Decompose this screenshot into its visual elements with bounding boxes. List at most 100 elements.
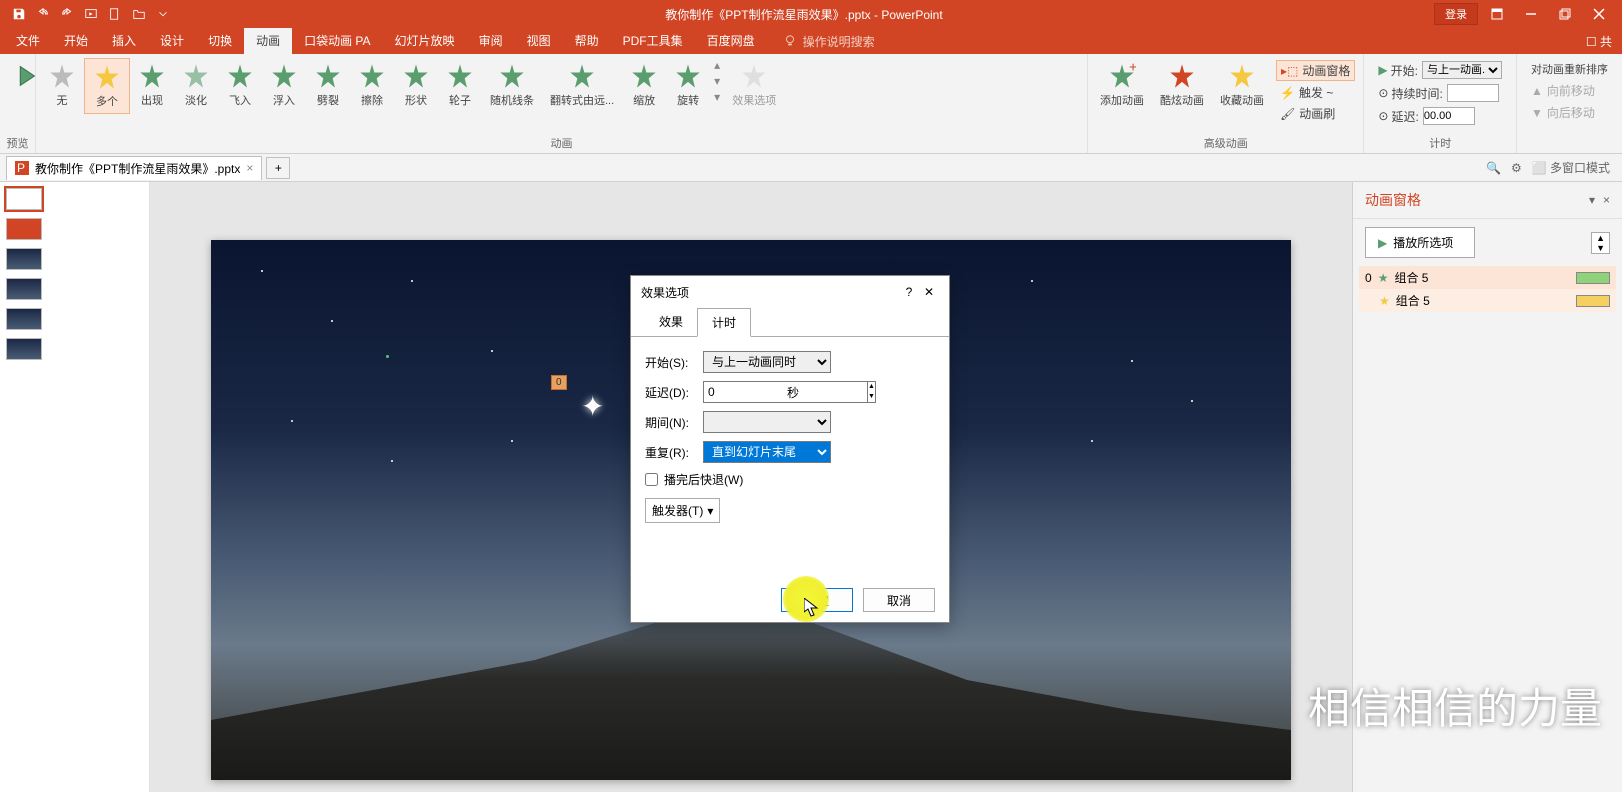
fav-animation-button[interactable]: 收藏动画 bbox=[1212, 58, 1272, 112]
thumbnail-2[interactable] bbox=[6, 218, 42, 240]
menu-pocket[interactable]: 口袋动画 PA bbox=[292, 28, 382, 54]
slide-thumbnails bbox=[0, 182, 150, 792]
animation-marker[interactable]: 0 bbox=[551, 375, 567, 390]
cancel-button[interactable]: 取消 bbox=[863, 588, 935, 612]
menu-animation[interactable]: 动画 bbox=[244, 28, 292, 54]
open-icon[interactable] bbox=[128, 3, 150, 25]
watermark-text: 相信相信的力量 bbox=[1308, 675, 1602, 736]
menu-baidu[interactable]: 百度网盘 bbox=[695, 28, 767, 54]
star-shape[interactable]: ✦ bbox=[581, 390, 604, 423]
thumbnail-1[interactable] bbox=[6, 188, 42, 210]
animation-pane-button[interactable]: ▸⬚动画窗格 bbox=[1276, 60, 1355, 81]
menu-slideshow[interactable]: 幻灯片放映 bbox=[383, 28, 467, 54]
anim-none[interactable]: 无 bbox=[40, 58, 84, 112]
menu-home[interactable]: 开始 bbox=[52, 28, 100, 54]
star-icon: ★ bbox=[1379, 294, 1390, 308]
spin-down[interactable]: ▼ bbox=[868, 392, 875, 402]
tab-effect[interactable]: 效果 bbox=[645, 308, 697, 336]
anim-split[interactable]: 劈裂 bbox=[306, 58, 350, 112]
settings-icon[interactable]: ⚙ bbox=[1511, 161, 1522, 175]
quick-access-toolbar bbox=[0, 3, 174, 25]
anim-rotate[interactable]: 旋转 bbox=[666, 58, 710, 112]
pane-close-icon[interactable]: × bbox=[1603, 193, 1610, 207]
undo-icon[interactable] bbox=[32, 3, 54, 25]
dialog-close-icon[interactable]: ✕ bbox=[919, 282, 939, 302]
qat-more-icon[interactable] bbox=[152, 3, 174, 25]
animation-pane-title: 动画窗格 bbox=[1365, 190, 1421, 210]
minimize-icon[interactable] bbox=[1516, 3, 1546, 25]
gallery-scroll[interactable]: ▴▾▾ bbox=[710, 58, 724, 104]
anim-wipe[interactable]: 擦除 bbox=[350, 58, 394, 112]
thumbnail-5[interactable] bbox=[6, 308, 42, 330]
search-icon[interactable]: 🔍 bbox=[1486, 161, 1501, 175]
anim-item-1[interactable]: ★ 组合 5 bbox=[1359, 289, 1616, 312]
slideshow-icon[interactable] bbox=[80, 3, 102, 25]
login-button[interactable]: 登录 bbox=[1434, 3, 1478, 25]
anim-appear[interactable]: 出现 bbox=[130, 58, 174, 112]
svg-text:+: + bbox=[1129, 62, 1136, 74]
animation-painter-button[interactable]: 🖌动画刷 bbox=[1276, 104, 1355, 123]
ribbon-options-icon[interactable] bbox=[1482, 3, 1512, 25]
period-select[interactable] bbox=[703, 411, 831, 433]
window-title: 教你制作《PPT制作流星雨效果》.pptx - PowerPoint bbox=[174, 6, 1434, 23]
thumbnail-3[interactable] bbox=[6, 248, 42, 270]
add-tab-button[interactable]: + bbox=[266, 157, 290, 179]
trigger-dropdown[interactable]: 触发器(T) ▾ bbox=[645, 498, 720, 523]
multiwindow-button[interactable]: ⬜ 多窗口模式 bbox=[1532, 159, 1610, 176]
anim-shape[interactable]: 形状 bbox=[394, 58, 438, 112]
menu-pdf[interactable]: PDF工具集 bbox=[611, 28, 695, 54]
move-forward-button: ▲向前移动 bbox=[1527, 81, 1612, 100]
ok-button[interactable]: 确定 bbox=[781, 588, 853, 612]
cool-animation-button[interactable]: 酷炫动画 bbox=[1152, 58, 1212, 112]
restore-icon[interactable] bbox=[1550, 3, 1580, 25]
anim-flyin[interactable]: 飞入 bbox=[218, 58, 262, 112]
start-select[interactable]: 与上一动画同时 bbox=[703, 351, 831, 373]
share-button[interactable]: ☐ 共 bbox=[1586, 33, 1612, 50]
thumbnail-4[interactable] bbox=[6, 278, 42, 300]
start-select[interactable]: 与上一动画... bbox=[1422, 61, 1502, 79]
new-icon[interactable] bbox=[104, 3, 126, 25]
trigger-button[interactable]: ⚡触发 ~ bbox=[1276, 83, 1355, 102]
anim-zoom[interactable]: 缩放 bbox=[622, 58, 666, 112]
menu-help[interactable]: 帮助 bbox=[563, 28, 611, 54]
duration-input[interactable] bbox=[1447, 84, 1499, 102]
tell-me-search[interactable]: 操作说明搜索 bbox=[783, 33, 875, 50]
close-icon[interactable] bbox=[1584, 3, 1614, 25]
save-icon[interactable] bbox=[8, 3, 30, 25]
menu-file[interactable]: 文件 bbox=[4, 28, 52, 54]
ribbon: 预览 无 多个 出现 淡化 飞入 浮入 劈裂 擦除 形状 轮子 随机线条 翻转式… bbox=[0, 54, 1622, 154]
menu-design[interactable]: 设计 bbox=[148, 28, 196, 54]
menu-view[interactable]: 视图 bbox=[515, 28, 563, 54]
move-backward-button: ▼向后移动 bbox=[1527, 103, 1612, 122]
menu-bar: 文件 开始 插入 设计 切换 动画 口袋动画 PA 幻灯片放映 审阅 视图 帮助… bbox=[0, 28, 1622, 54]
document-tabs: P 教你制作《PPT制作流星雨效果》.pptx × + 🔍 ⚙ ⬜ 多窗口模式 bbox=[0, 154, 1622, 182]
thumbnail-6[interactable] bbox=[6, 338, 42, 360]
menu-review[interactable]: 审阅 bbox=[467, 28, 515, 54]
delay-input[interactable] bbox=[1423, 107, 1475, 125]
title-bar: 教你制作《PPT制作流星雨效果》.pptx - PowerPoint 登录 bbox=[0, 0, 1622, 28]
anim-wheel[interactable]: 轮子 bbox=[438, 58, 482, 112]
anim-flip[interactable]: 翻转式由远... bbox=[542, 58, 622, 112]
pane-dropdown-icon[interactable]: ▾ bbox=[1589, 193, 1595, 207]
anim-randombars[interactable]: 随机线条 bbox=[482, 58, 542, 112]
dialog-help-icon[interactable]: ? bbox=[899, 282, 919, 302]
add-animation-button[interactable]: +添加动画 bbox=[1092, 58, 1152, 112]
anim-floatin[interactable]: 浮入 bbox=[262, 58, 306, 112]
menu-insert[interactable]: 插入 bbox=[100, 28, 148, 54]
delay-input[interactable] bbox=[703, 381, 867, 403]
redo-icon[interactable] bbox=[56, 3, 78, 25]
tab-timing[interactable]: 计时 bbox=[697, 308, 751, 337]
anim-fade[interactable]: 淡化 bbox=[174, 58, 218, 112]
file-tab[interactable]: P 教你制作《PPT制作流星雨效果》.pptx × bbox=[6, 156, 262, 180]
close-tab-icon[interactable]: × bbox=[246, 161, 253, 175]
window-controls: 登录 bbox=[1434, 3, 1622, 25]
play-selected-button[interactable]: ▶播放所选项 bbox=[1365, 227, 1475, 258]
reorder-buttons[interactable]: ▲▼ bbox=[1591, 232, 1610, 254]
anim-item-0[interactable]: 0 ★ 组合 5 bbox=[1359, 266, 1616, 289]
reorder-label: 对动画重新排序 bbox=[1527, 60, 1612, 78]
repeat-select[interactable]: 直到幻灯片末尾 bbox=[703, 441, 831, 463]
menu-transition[interactable]: 切换 bbox=[196, 28, 244, 54]
anim-multiple[interactable]: 多个 bbox=[84, 58, 130, 114]
spin-up[interactable]: ▲ bbox=[868, 382, 875, 392]
rewind-checkbox[interactable] bbox=[645, 473, 658, 486]
